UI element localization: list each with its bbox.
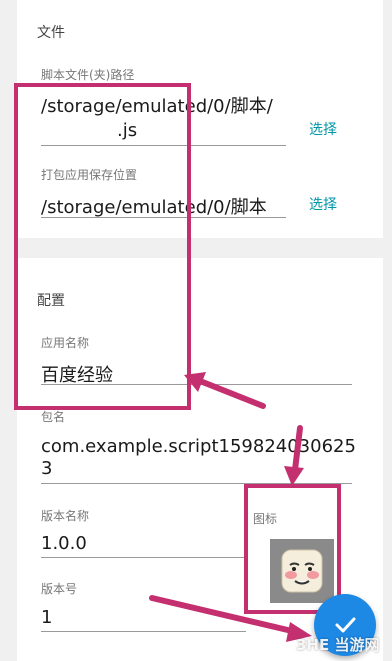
app-name-underline [41, 384, 352, 385]
version-code-underline [41, 631, 246, 632]
version-name-underline [41, 557, 246, 558]
script-path-label: 脚本文件(夹)路径 [41, 68, 135, 82]
icon-label: 图标 [253, 512, 278, 526]
version-name-label: 版本名称 [41, 509, 90, 523]
version-code-value[interactable]: 1 [41, 607, 52, 628]
section-title-files: 文件 [37, 25, 65, 41]
script-path-select-button[interactable]: 选择 [309, 119, 337, 139]
save-path-select-button[interactable]: 选择 [309, 194, 337, 214]
app-icon-picker[interactable] [270, 539, 334, 603]
package-value-line2[interactable]: 3 [41, 458, 52, 479]
meme-face-icon [281, 549, 323, 593]
save-path-value[interactable]: /storage/emulated/0/脚本 [41, 193, 267, 219]
app-name-label: 应用名称 [41, 336, 90, 350]
package-underline [41, 483, 352, 484]
script-path-underline [41, 145, 286, 146]
package-value-line1[interactable]: com.example.script159824030625 [41, 436, 356, 457]
script-path-value-line1[interactable]: /storage/emulated/0/脚本/ [41, 92, 273, 118]
package-label: 包名 [41, 410, 66, 424]
section-title-config: 配置 [37, 293, 65, 309]
watermark: 3HE 当游网 [296, 636, 380, 654]
save-path-label: 打包应用保存位置 [41, 168, 138, 182]
script-path-value-line2[interactable]: .js [117, 120, 137, 141]
version-name-value[interactable]: 1.0.0 [41, 533, 87, 554]
version-code-label: 版本号 [41, 582, 78, 596]
save-path-underline [41, 217, 286, 218]
files-card: 文件 脚本文件(夹)路径 /storage/emulated/0/脚本/ .js… [17, 0, 383, 238]
